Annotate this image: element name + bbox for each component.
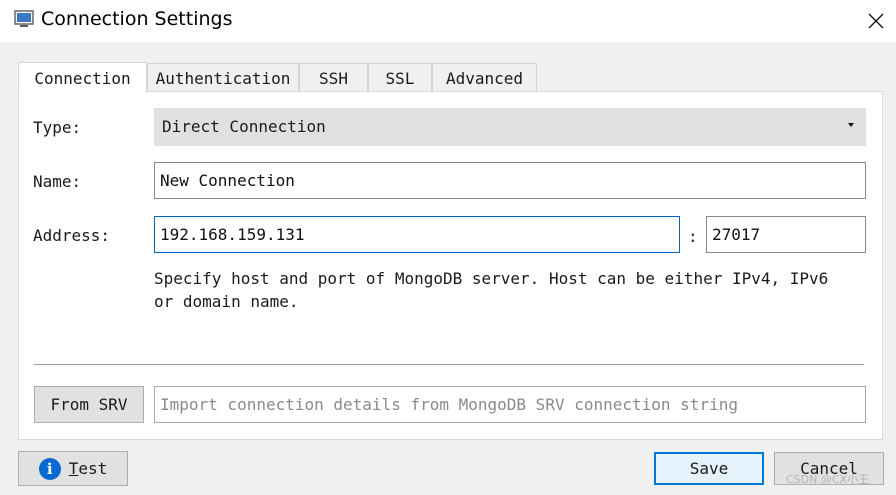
save-button[interactable]: Save <box>654 452 764 485</box>
test-button-label: Test <box>68 459 108 478</box>
caret-down-icon <box>848 123 854 127</box>
tab-connection[interactable]: Connection <box>18 62 147 93</box>
close-icon <box>868 13 884 29</box>
type-label: Type: <box>33 118 82 137</box>
type-select-value: Direct Connection <box>162 117 326 136</box>
close-button[interactable] <box>858 4 894 38</box>
port-separator: : <box>688 227 698 246</box>
type-select[interactable]: Direct Connection <box>154 108 866 146</box>
monitor-icon <box>14 10 34 27</box>
address-help-text: Specify host and port of MongoDB server.… <box>154 269 829 311</box>
port-input[interactable] <box>706 216 866 253</box>
window-title: Connection Settings <box>41 8 233 30</box>
tab-ssl[interactable]: SSL <box>368 63 432 92</box>
name-label: Name: <box>33 172 82 191</box>
connection-panel: Type: Direct Connection Name: Address: :… <box>18 91 883 440</box>
address-label: Address: <box>33 226 111 245</box>
srv-connection-string-input[interactable] <box>154 386 866 423</box>
divider <box>34 364 864 365</box>
from-srv-button[interactable]: From SRV <box>34 386 144 423</box>
title-bar: Connection Settings <box>0 0 896 42</box>
test-button[interactable]: i Test <box>18 451 128 486</box>
connection-settings-window: Connection Settings Connection Authentic… <box>0 0 896 495</box>
tab-ssh[interactable]: SSH <box>299 63 368 92</box>
host-input[interactable] <box>154 216 680 253</box>
info-icon: i <box>38 457 61 480</box>
tab-authentication[interactable]: Authentication <box>147 63 299 92</box>
tab-advanced[interactable]: Advanced <box>432 63 537 92</box>
name-input[interactable] <box>154 162 866 199</box>
watermark: CSDN @CX小王 <box>786 473 870 486</box>
